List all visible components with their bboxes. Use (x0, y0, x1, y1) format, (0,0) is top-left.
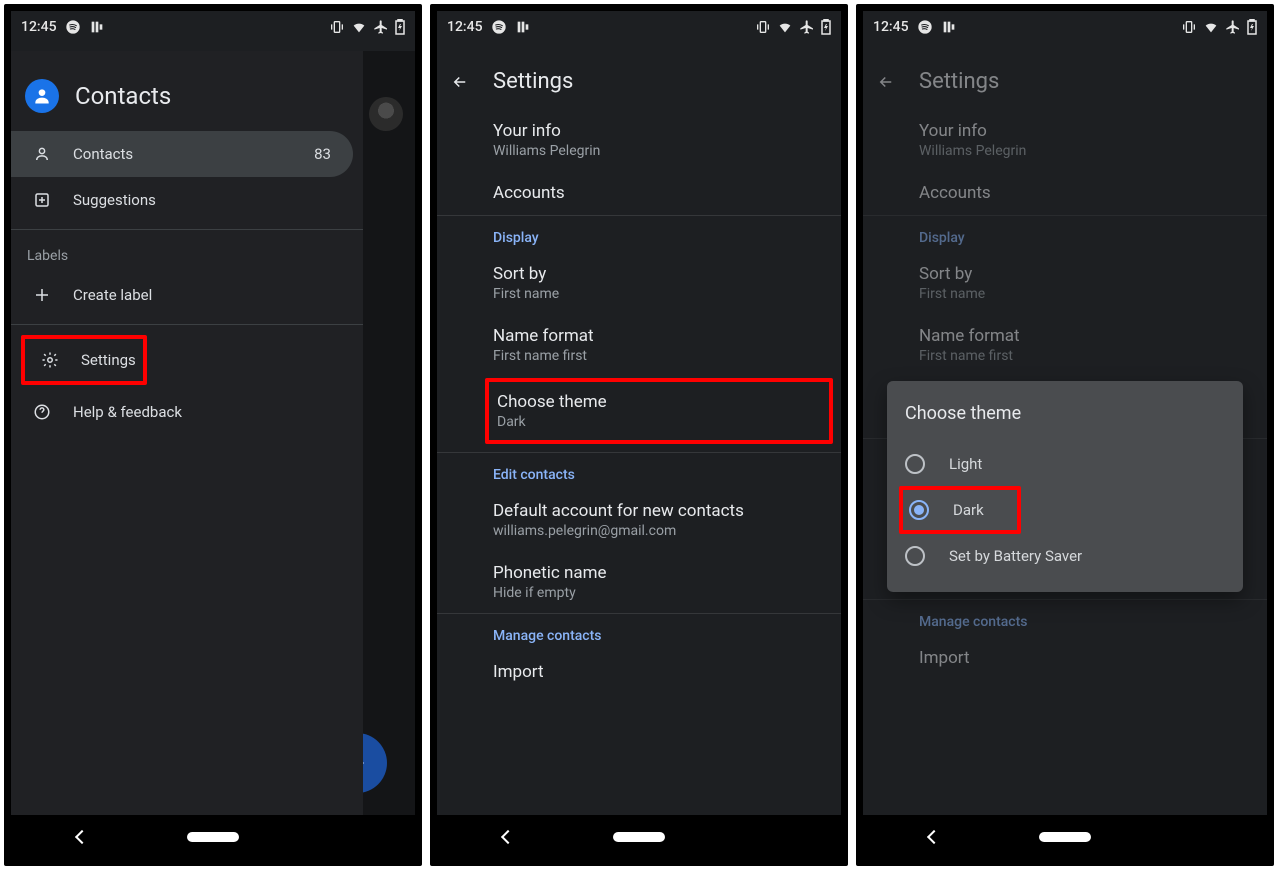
wifi-icon (1203, 19, 1219, 35)
nav-item-label: Create label (73, 286, 152, 304)
row-import: Import (863, 636, 1267, 680)
option-label: Set by Battery Saver (949, 547, 1082, 565)
labels-header: Labels (11, 236, 363, 272)
back-button[interactable] (451, 73, 469, 91)
nav-item-label: Contacts (73, 145, 133, 163)
status-time: 12:45 (21, 19, 57, 35)
divider (11, 324, 363, 325)
airplane-icon (1225, 19, 1241, 35)
row-your-info[interactable]: Your info Williams Pelegrin (437, 109, 841, 171)
status-time: 12:45 (873, 19, 909, 35)
airplane-icon (373, 19, 389, 35)
phone-3: 12:45 Settings Your info (856, 4, 1274, 866)
suggestions-icon (33, 191, 51, 209)
nav-drawer: Contacts Contacts 83 Suggestions Labels … (11, 51, 363, 815)
spotify-icon (491, 19, 507, 35)
row-accounts[interactable]: Accounts (437, 171, 841, 215)
vibrate-icon (1181, 19, 1197, 35)
page-title: Settings (493, 69, 573, 94)
contacts-app-icon (25, 79, 59, 113)
app-title: Contacts (75, 82, 171, 110)
system-nav-bar (437, 815, 841, 859)
appbar: Settings (863, 51, 1267, 112)
nav-item-label: Settings (81, 351, 136, 369)
option-label: Dark (953, 501, 984, 519)
option-label: Light (949, 455, 982, 473)
nav-item-suggestions[interactable]: Suggestions (11, 177, 363, 223)
status-bar: 12:45 (11, 11, 415, 39)
choose-theme-dialog: Choose theme Light Dark Set by Battery S… (887, 381, 1243, 592)
row-default-account[interactable]: Default account for new contacts william… (437, 489, 841, 551)
system-nav-bar (863, 815, 1267, 859)
row-sort-by[interactable]: Sort by First name (437, 252, 841, 314)
phone-2: 12:45 Settings Your info W (430, 4, 848, 866)
vibrate-icon (329, 19, 345, 35)
person-icon (33, 145, 51, 163)
section-edit-contacts: Edit contacts (437, 453, 841, 489)
appbar: Settings (437, 51, 841, 112)
wifi-icon (777, 19, 793, 35)
profile-avatar-partial[interactable] (369, 97, 403, 131)
theme-option-light[interactable]: Light (905, 442, 1225, 486)
nav-item-contacts[interactable]: Contacts 83 (11, 131, 353, 177)
status-time: 12:45 (447, 19, 483, 35)
back-button (877, 73, 895, 91)
system-home-pill[interactable] (613, 832, 665, 842)
system-nav-bar (11, 815, 415, 859)
screen-1: 12:45 (11, 11, 415, 859)
nav-item-settings[interactable]: Settings (21, 335, 147, 385)
row-sort-by: Sort by First name (863, 252, 1267, 314)
radio-checked-icon (909, 500, 929, 520)
plus-icon (33, 286, 51, 304)
row-import[interactable]: Import (437, 650, 841, 694)
nav-item-label: Suggestions (73, 191, 156, 209)
radio-unchecked-icon (905, 454, 925, 474)
divider (11, 229, 363, 230)
status-bar: 12:45 (863, 11, 1267, 39)
music-icon (89, 19, 105, 35)
row-choose-theme[interactable]: Choose theme Dark (485, 378, 833, 444)
drawer-backdrop (355, 51, 415, 815)
system-back-button[interactable] (501, 830, 515, 844)
phone-1: 12:45 (4, 4, 422, 866)
wifi-icon (351, 19, 367, 35)
spotify-icon (65, 19, 81, 35)
row-your-info: Your info Williams Pelegrin (863, 109, 1267, 171)
gear-icon (41, 351, 59, 369)
nav-item-label: Help & feedback (73, 403, 182, 421)
theme-option-dark[interactable]: Dark (899, 486, 1021, 534)
spotify-icon (917, 19, 933, 35)
row-name-format[interactable]: Name format First name first (437, 314, 841, 376)
system-back-button[interactable] (927, 830, 941, 844)
radio-unchecked-icon (905, 546, 925, 566)
dialog-title: Choose theme (905, 403, 1225, 424)
section-manage-contacts: Manage contacts (437, 614, 841, 650)
status-bar: 12:45 (437, 11, 841, 39)
help-icon (33, 403, 51, 421)
battery-icon (395, 19, 405, 35)
system-home-pill[interactable] (187, 832, 239, 842)
battery-icon (1247, 19, 1257, 35)
settings-list[interactable]: Your info Williams Pelegrin Accounts Dis… (437, 109, 841, 815)
nav-item-create-label[interactable]: Create label (11, 272, 363, 318)
row-accounts: Accounts (863, 171, 1267, 215)
airplane-icon (799, 19, 815, 35)
section-display: Display (437, 216, 841, 252)
battery-icon (821, 19, 831, 35)
music-icon (941, 19, 957, 35)
contacts-count: 83 (314, 145, 331, 163)
nav-item-help[interactable]: Help & feedback (11, 389, 363, 435)
row-phonetic-name[interactable]: Phonetic name Hide if empty (437, 551, 841, 613)
row-name-format: Name format First name first (863, 314, 1267, 376)
music-icon (515, 19, 531, 35)
app-brand: Contacts (11, 51, 363, 131)
system-back-button[interactable] (75, 830, 89, 844)
system-home-pill[interactable] (1039, 832, 1091, 842)
vibrate-icon (755, 19, 771, 35)
theme-option-battery[interactable]: Set by Battery Saver (905, 534, 1225, 578)
screen-3: 12:45 Settings Your info (863, 11, 1267, 859)
page-title: Settings (919, 69, 999, 94)
screen-2: 12:45 Settings Your info W (437, 11, 841, 859)
